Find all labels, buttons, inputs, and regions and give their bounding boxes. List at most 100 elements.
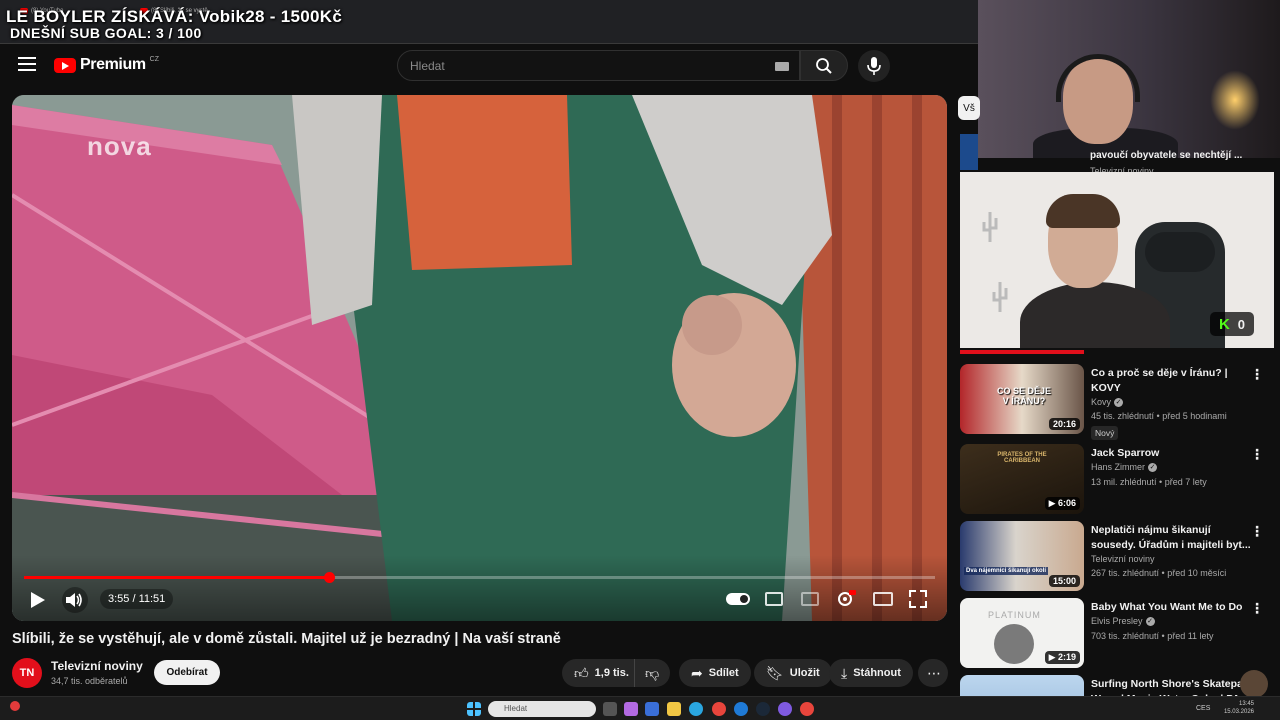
save-button[interactable]: 🔖︎ Uložit (754, 659, 832, 687)
youtube-header: Premium CZ Hledat (0, 44, 978, 88)
recommendation-item[interactable]: CO SE DĚJE V ÍRÁNU? 20:16 Co a proč se d… (958, 364, 1280, 440)
kick-logo-icon: K (1218, 315, 1230, 333)
more-vert-icon[interactable]: ⋮ (1250, 523, 1264, 540)
video-player[interactable]: nova 3:55 / 11:51 (12, 95, 947, 621)
channel-avatar[interactable]: TN (12, 658, 42, 688)
save-label: Uložit (789, 667, 820, 679)
dislike-button[interactable]: 👎︎ (634, 659, 670, 687)
recommendation-channel[interactable]: Hans Zimmer ✓ (1091, 462, 1158, 473)
volume-icon (66, 593, 82, 607)
recommendation-channel[interactable]: Elvis Presley ✓ (1091, 616, 1155, 627)
voice-search-button[interactable] (858, 50, 890, 82)
microphone-icon (867, 57, 881, 75)
recommendation-title[interactable]: Jack Sparrow (1091, 446, 1251, 461)
recommendation-channel[interactable]: Kovy ✓ (1091, 397, 1124, 408)
clock-time: 13:45 (1238, 701, 1254, 707)
video-thumbnail[interactable] (960, 675, 1084, 696)
language-indicator: CES (1196, 705, 1211, 712)
play-icon[interactable] (28, 591, 46, 609)
video-duration: ▶ 2:19 (1044, 651, 1080, 664)
volume-button[interactable] (62, 587, 88, 613)
fullscreen-icon[interactable] (909, 590, 927, 608)
app-icon[interactable] (624, 702, 638, 716)
steam-icon[interactable] (756, 702, 770, 716)
more-vert-icon[interactable]: ⋮ (1250, 446, 1264, 463)
recommendation-item-partial[interactable]: Surfing North Shore's Skatepark Wave | M… (958, 675, 1280, 696)
recommendation-meta: 45 tis. zhlédnutí • před 5 hodinami (1091, 411, 1227, 421)
recommendation-item[interactable]: PLATINUM ▶ 2:19 Baby What You Want Me to… (958, 598, 1280, 670)
autoplay-toggle[interactable] (726, 593, 750, 605)
verified-check-icon: ✓ (1148, 463, 1158, 473)
chrome-icon[interactable] (800, 702, 814, 716)
theater-mode-icon[interactable] (873, 592, 893, 606)
search-input[interactable]: Hledat (397, 50, 800, 81)
controls-gradient (12, 555, 947, 621)
recommendation-channel[interactable]: Televizní noviny (1091, 554, 1155, 564)
more-vert-icon[interactable]: ⋮ (1250, 600, 1264, 617)
thumbnail-text: Dva nájemníci šikanují okolí (964, 567, 1049, 575)
subscribe-button[interactable]: Odebírat (154, 660, 220, 685)
thumbs-up-icon: 👍︎ (574, 664, 589, 681)
recommendation-title[interactable]: Co a proč se děje v Íránu? | KOVY (1091, 366, 1251, 396)
chrome-icon[interactable] (712, 702, 726, 716)
like-button[interactable]: 👍︎ 1,9 tis. (562, 659, 639, 687)
channel-name: Hans Zimmer (1091, 462, 1146, 472)
video-title: Slíbili, že se vystěhují, ale v domě zůs… (12, 631, 561, 647)
video-thumbnail[interactable]: CO SE DĚJE V ÍRÁNU? 20:16 (960, 364, 1084, 434)
thumbnail-text: PLATINUM (988, 610, 1041, 620)
file-explorer-icon[interactable] (667, 702, 681, 716)
video-duration: ▶ 6:06 (1044, 497, 1080, 510)
search-button[interactable] (800, 50, 848, 81)
notification-icon[interactable] (10, 701, 20, 711)
subtitles-icon[interactable] (765, 592, 783, 606)
channel-name: Kovy (1091, 397, 1112, 407)
system-tray[interactable]: CES (1196, 705, 1210, 712)
recommendation-item[interactable]: Dva nájemníci šikanují okolí 15:00 Nepla… (958, 521, 1280, 593)
recommendation-item[interactable]: PIRATES OF THE CARIBBEAN ▶ 6:06 Jack Spa… (958, 444, 1280, 516)
windows-start-icon[interactable] (467, 702, 481, 716)
taskbar-search-label: Hledat (504, 704, 528, 713)
download-label: Stáhnout (853, 667, 901, 679)
clock-date: 15.03.2026 (1223, 709, 1254, 715)
search-placeholder: Hledat (410, 59, 445, 73)
video-thumbnail[interactable]: Dva nájemníci šikanují okolí 15:00 (960, 521, 1084, 591)
more-vert-icon[interactable]: ⋮ (1250, 366, 1264, 383)
verified-check-icon: ✓ (1114, 398, 1124, 408)
taskbar-clock[interactable]: 13:45 15.03.2026 (1224, 700, 1254, 716)
filter-chip-all[interactable]: Vš (958, 96, 980, 120)
recommendation-meta: 13 mil. zhlédnutí • před 7 lety (1091, 477, 1207, 487)
keyboard-icon[interactable] (775, 62, 789, 71)
taskbar-search[interactable]: Hledat (488, 701, 596, 717)
share-button[interactable]: ➦ Sdílet (679, 659, 751, 687)
download-button[interactable]: ⤓ Stáhnout (829, 659, 913, 687)
hamburger-menu-icon[interactable] (18, 57, 36, 73)
app-icon[interactable] (734, 702, 748, 716)
recommendation-title-partial[interactable]: pavoučí obyvatele se nechtějí ... (1090, 150, 1242, 161)
app-icon[interactable] (645, 702, 659, 716)
recommendation-title[interactable]: Surfing North Shore's Skatepark Wave | M… (1091, 677, 1261, 696)
app-icon[interactable] (778, 702, 792, 716)
settings-gear-icon[interactable] (836, 590, 856, 608)
time-display: 3:55 / 11:51 (100, 589, 174, 609)
recommendation-title[interactable]: Baby What You Want Me to Do (1091, 600, 1251, 615)
youtube-premium-logo[interactable]: Premium CZ (54, 56, 159, 74)
miniplayer-icon[interactable] (801, 592, 819, 606)
video-thumbnail[interactable]: PIRATES OF THE CARIBBEAN ▶ 6:06 (960, 444, 1084, 514)
more-actions-button[interactable]: ⋯ (918, 659, 948, 687)
edge-icon[interactable] (689, 702, 703, 716)
streamer-webcam (978, 0, 1280, 158)
more-dots-icon: ⋯ (927, 664, 941, 681)
subscriber-count: 34,7 tis. odběratelů (51, 676, 128, 686)
new-badge: Nový (1091, 426, 1119, 440)
video-duration: 20:16 (1048, 418, 1080, 430)
download-icon: ⤓ (841, 664, 848, 681)
video-thumbnail[interactable]: PLATINUM ▶ 2:19 (960, 598, 1084, 668)
like-count: 1,9 tis. (594, 667, 629, 679)
search-icon (816, 58, 832, 74)
channel-name[interactable]: Televizní noviny (51, 659, 143, 673)
channel-name: Elvis Presley (1091, 616, 1143, 626)
recommendation-title[interactable]: Neplatiči nájmu šikanují sousedy. Úřadům… (1091, 523, 1251, 553)
tv-watermark-logo: nova (87, 131, 152, 161)
task-view-icon[interactable] (603, 702, 617, 716)
video-thumbnail[interactable] (960, 134, 978, 170)
